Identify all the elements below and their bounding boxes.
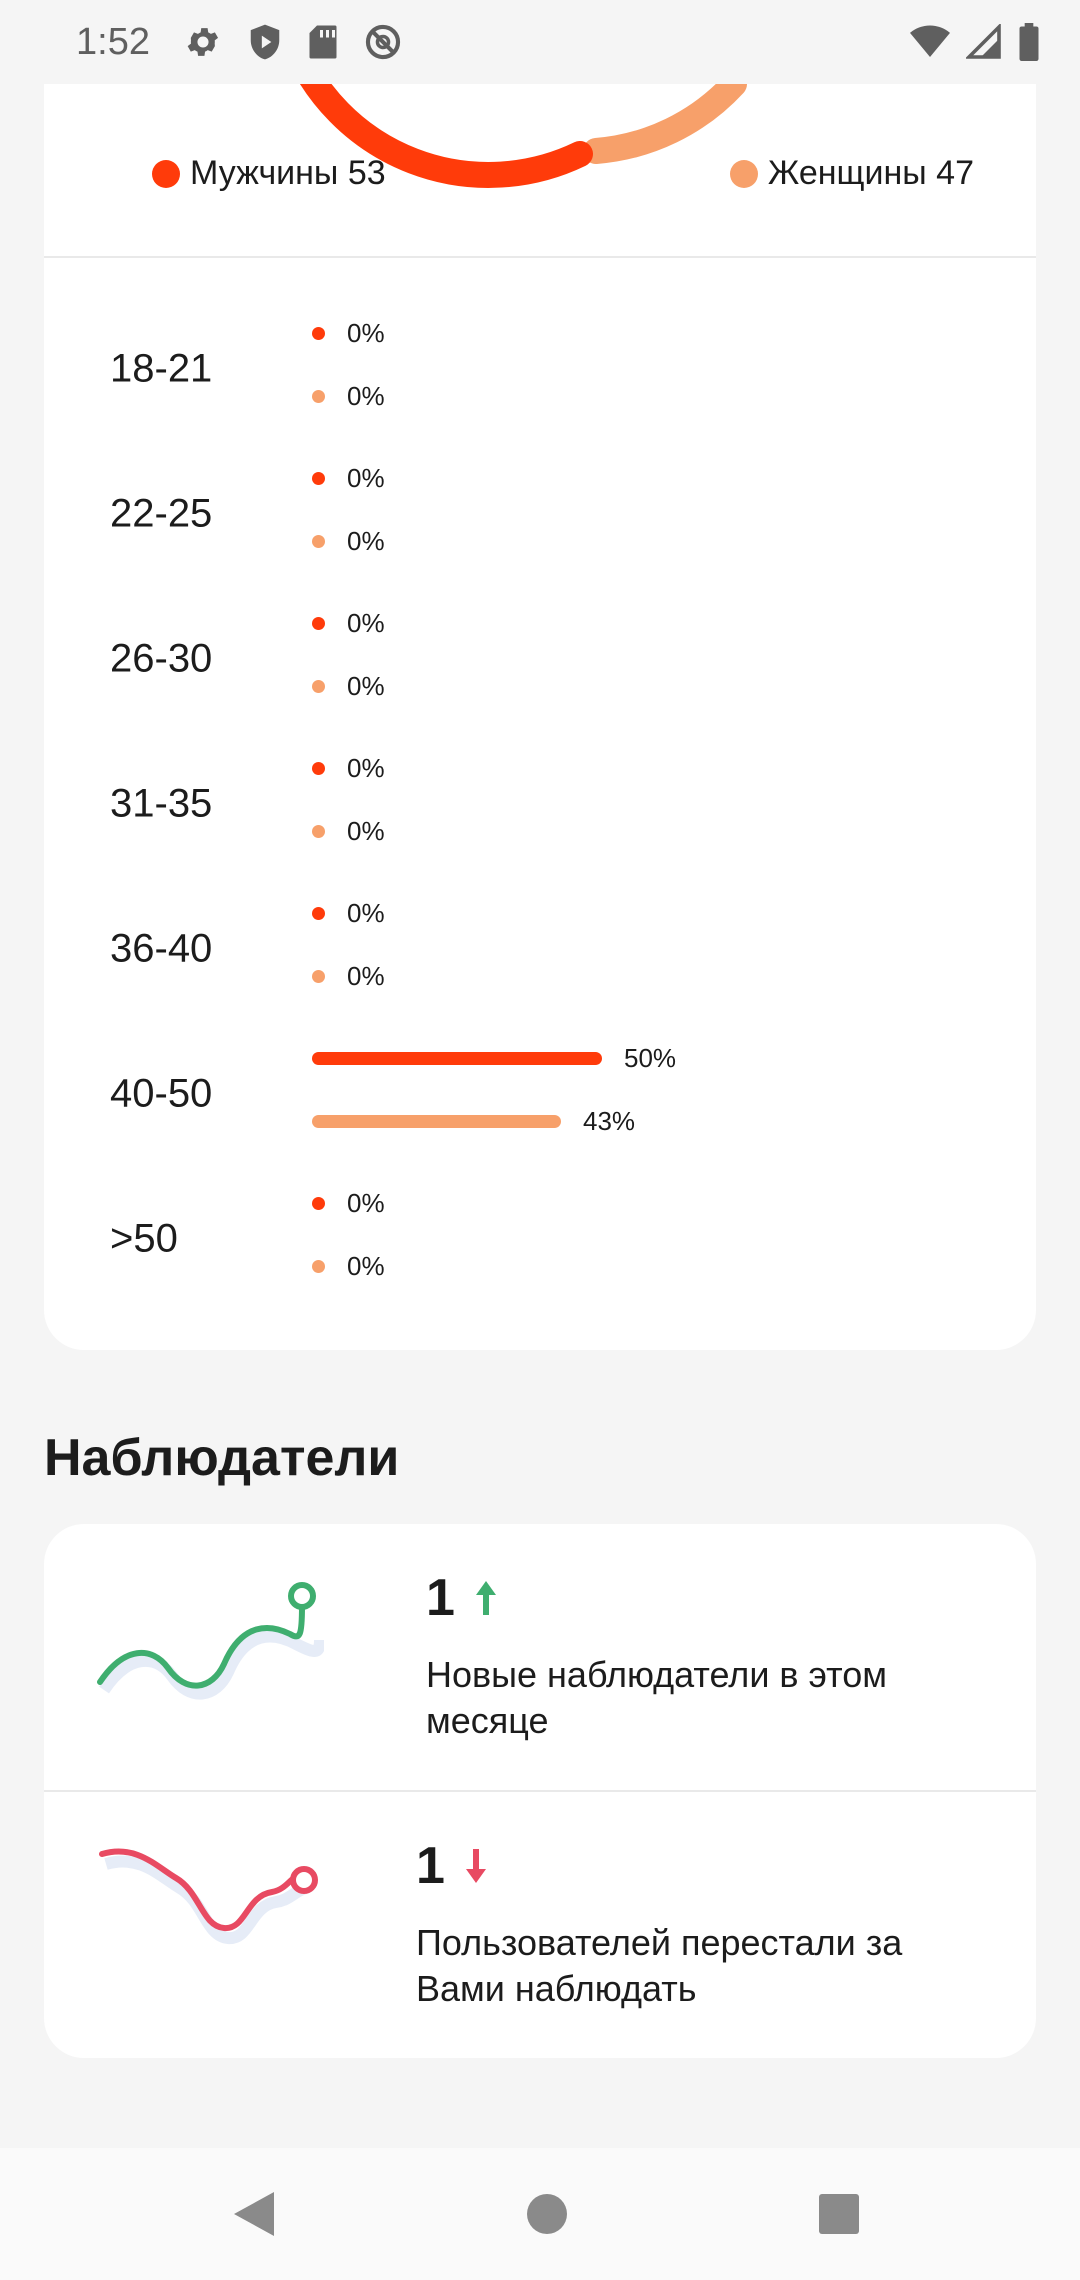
- age-pct-women: 0%: [347, 670, 385, 701]
- lost-watchers-text: Пользователей перестали за Вами наблюдат…: [416, 1920, 902, 2012]
- new-watchers-count-value: 1: [426, 1569, 455, 1627]
- status-time: 1:52: [76, 20, 150, 63]
- wifi-icon: [910, 25, 950, 59]
- age-pct-women: 0%: [347, 1250, 385, 1281]
- arrow-down-icon: [465, 1849, 486, 1883]
- lost-watchers-text-line1: Пользователей перестали за: [416, 1922, 903, 1963]
- age-pct-men: 0%: [347, 462, 385, 493]
- age-bar-fill-women: [312, 1114, 561, 1128]
- age-bar-men: 50%: [312, 1043, 676, 1073]
- age-pct-men: 0%: [347, 897, 385, 928]
- back-triangle-icon[interactable]: [232, 2190, 276, 2238]
- do-not-disturb-icon: [364, 23, 402, 61]
- age-pct-men: 0%: [347, 1187, 385, 1218]
- lost-watchers-text-line2: Вами наблюдать: [416, 1968, 697, 2009]
- age-bar-fill-men: [312, 761, 325, 775]
- new-watchers-row: 1 Новые наблюдатели в этом месяце: [44, 1524, 1036, 1788]
- gender-legend: Мужчины 53 Женщины 47: [44, 154, 1036, 214]
- arrow-up-icon: [475, 1581, 496, 1615]
- age-bar-fill-men: [312, 906, 325, 920]
- age-bar-men: 0%: [312, 463, 385, 493]
- age-bar-fill-men: [312, 1051, 602, 1065]
- age-row: 40-50 50% 43%: [44, 1021, 1036, 1166]
- age-bar-women: 0%: [312, 1251, 385, 1281]
- section-title-watchers: Наблюдатели: [44, 1429, 400, 1487]
- settings-icon: [184, 23, 222, 61]
- legend-women-label: Женщины 47: [767, 154, 974, 192]
- age-bar-fill-men: [312, 1196, 325, 1210]
- legend-men-label: Мужчины 53: [190, 154, 386, 192]
- divider: [44, 256, 1036, 258]
- lost-watchers-row: 1 Пользователей перестали за Вами наблюд…: [44, 1792, 1036, 2058]
- age-bar-men: 0%: [312, 898, 385, 928]
- new-watchers-text-line1: Новые наблюдатели в этом: [426, 1654, 887, 1695]
- decline-graph-icon: [99, 1848, 318, 1944]
- age-label: 18-21: [110, 346, 213, 390]
- legend-men: Мужчины 53: [152, 154, 386, 193]
- age-pct-men: 0%: [347, 317, 385, 348]
- age-row: 36-40 0% 0%: [44, 876, 1036, 1021]
- age-row: 18-21 0% 0%: [44, 296, 1036, 441]
- new-watchers-count: 1: [426, 1568, 499, 1628]
- age-bar-women: 0%: [312, 381, 385, 411]
- status-bar: 1:52: [0, 0, 1080, 84]
- age-label: 40-50: [110, 1071, 213, 1115]
- sd-card-icon: [308, 24, 338, 60]
- legend-dot-men: [152, 159, 180, 188]
- age-pct-women: 0%: [347, 960, 385, 991]
- age-label: >50: [110, 1216, 178, 1260]
- new-watchers-text-line2: месяце: [426, 1700, 549, 1741]
- age-bar-fill-women: [312, 1259, 325, 1273]
- age-bar-women: 0%: [312, 671, 385, 701]
- age-row: >50 0% 0%: [44, 1166, 1036, 1311]
- donut-segment-women: [583, 84, 747, 164]
- age-bar-men: 0%: [312, 753, 385, 783]
- age-bar-fill-women: [312, 389, 325, 403]
- age-pct-men: 50%: [624, 1042, 677, 1073]
- age-pct-women: 0%: [347, 815, 385, 846]
- battery-icon: [1018, 23, 1040, 61]
- lost-watchers-count: 1: [416, 1836, 489, 1896]
- shield-icon: [248, 23, 282, 61]
- age-pct-women: 0%: [347, 525, 385, 556]
- audience-card: Мужчины 53 Женщины 47 18-21 0% 0% 22-25 0% 0%…: [44, 84, 1036, 1350]
- home-circle-icon[interactable]: [526, 2193, 568, 2235]
- age-row: 26-30 0% 0%: [44, 586, 1036, 731]
- age-label: 31-35: [110, 781, 213, 825]
- new-watchers-text: Новые наблюдатели в этом месяце: [426, 1652, 887, 1744]
- age-row: 31-35 0% 0%: [44, 731, 1036, 876]
- recents-square-icon[interactable]: [818, 2193, 860, 2235]
- legend-dot-women: [729, 159, 758, 188]
- age-bar-fill-women: [312, 824, 325, 838]
- growth-graph-icon: [97, 1582, 324, 1700]
- status-right-icons: [910, 23, 1040, 61]
- age-bar-women: 0%: [312, 526, 385, 556]
- signal-icon: [966, 24, 1002, 60]
- age-bar-fill-women: [312, 679, 325, 693]
- age-pct-women: 43%: [583, 1105, 636, 1136]
- age-bar-fill-women: [312, 534, 325, 548]
- age-pct-women: 0%: [347, 380, 385, 411]
- age-bar-women: 0%: [312, 961, 385, 991]
- age-bar-fill-men: [312, 616, 325, 630]
- age-bar-fill-men: [312, 326, 325, 340]
- age-label: 36-40: [110, 926, 213, 970]
- age-bar-fill-women: [312, 969, 325, 983]
- age-label: 22-25: [110, 491, 213, 535]
- age-pct-men: 0%: [347, 607, 385, 638]
- age-pct-men: 0%: [347, 752, 385, 783]
- lost-watchers-count-value: 1: [416, 1837, 445, 1895]
- age-bar-fill-men: [312, 471, 325, 485]
- watchers-card: 1 Новые наблюдатели в этом месяце 1 Поль…: [44, 1524, 1036, 2058]
- age-bar-women: 43%: [312, 1106, 635, 1136]
- age-bar-men: 0%: [312, 1188, 385, 1218]
- age-label: 26-30: [110, 636, 213, 680]
- age-bar-men: 0%: [312, 318, 385, 348]
- age-bar-women: 0%: [312, 816, 385, 846]
- system-navigation-bar: [0, 2148, 1080, 2280]
- status-left-icons: [184, 23, 402, 61]
- age-bar-men: 0%: [312, 608, 385, 638]
- legend-women: Женщины 47: [729, 154, 974, 193]
- age-row: 22-25 0% 0%: [44, 441, 1036, 586]
